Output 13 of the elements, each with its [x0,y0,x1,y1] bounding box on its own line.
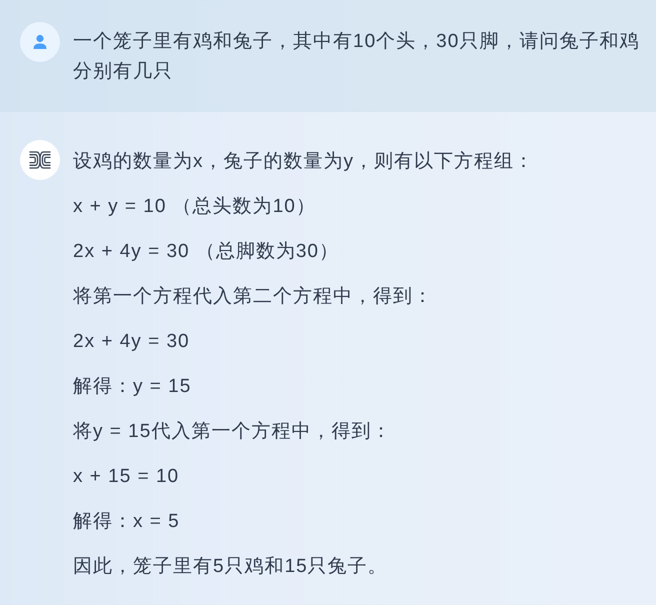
answer-line: 2x + 4y = 30 [73,330,191,354]
answer-line: x + y = 10 （总头数为10） [73,195,317,219]
answer-line: 因此，笼子里有5只鸡和15只兔子。 [73,555,389,579]
answer-line: 将y = 15代入第一个方程中，得到： [73,420,392,444]
answer-line: x + 15 = 10 [73,465,180,489]
answer-line: 将第一个方程代入第二个方程中，得到： [73,285,434,309]
answer-line: 2x + 4y = 30 （总脚数为30） [73,240,340,264]
question-text: 一个笼子里有鸡和兔子，其中有10个头，30只脚，请问兔子和鸡分别有几只 [73,30,640,84]
answer-line: 解得：y = 15 [73,375,192,399]
logo-avatar-icon [20,140,60,180]
answer-line: 解得：x = 5 [73,510,181,534]
answer-line: 设鸡的数量为x，兔子的数量为y，则有以下方程组： [73,150,535,174]
person-avatar-icon [20,22,60,62]
